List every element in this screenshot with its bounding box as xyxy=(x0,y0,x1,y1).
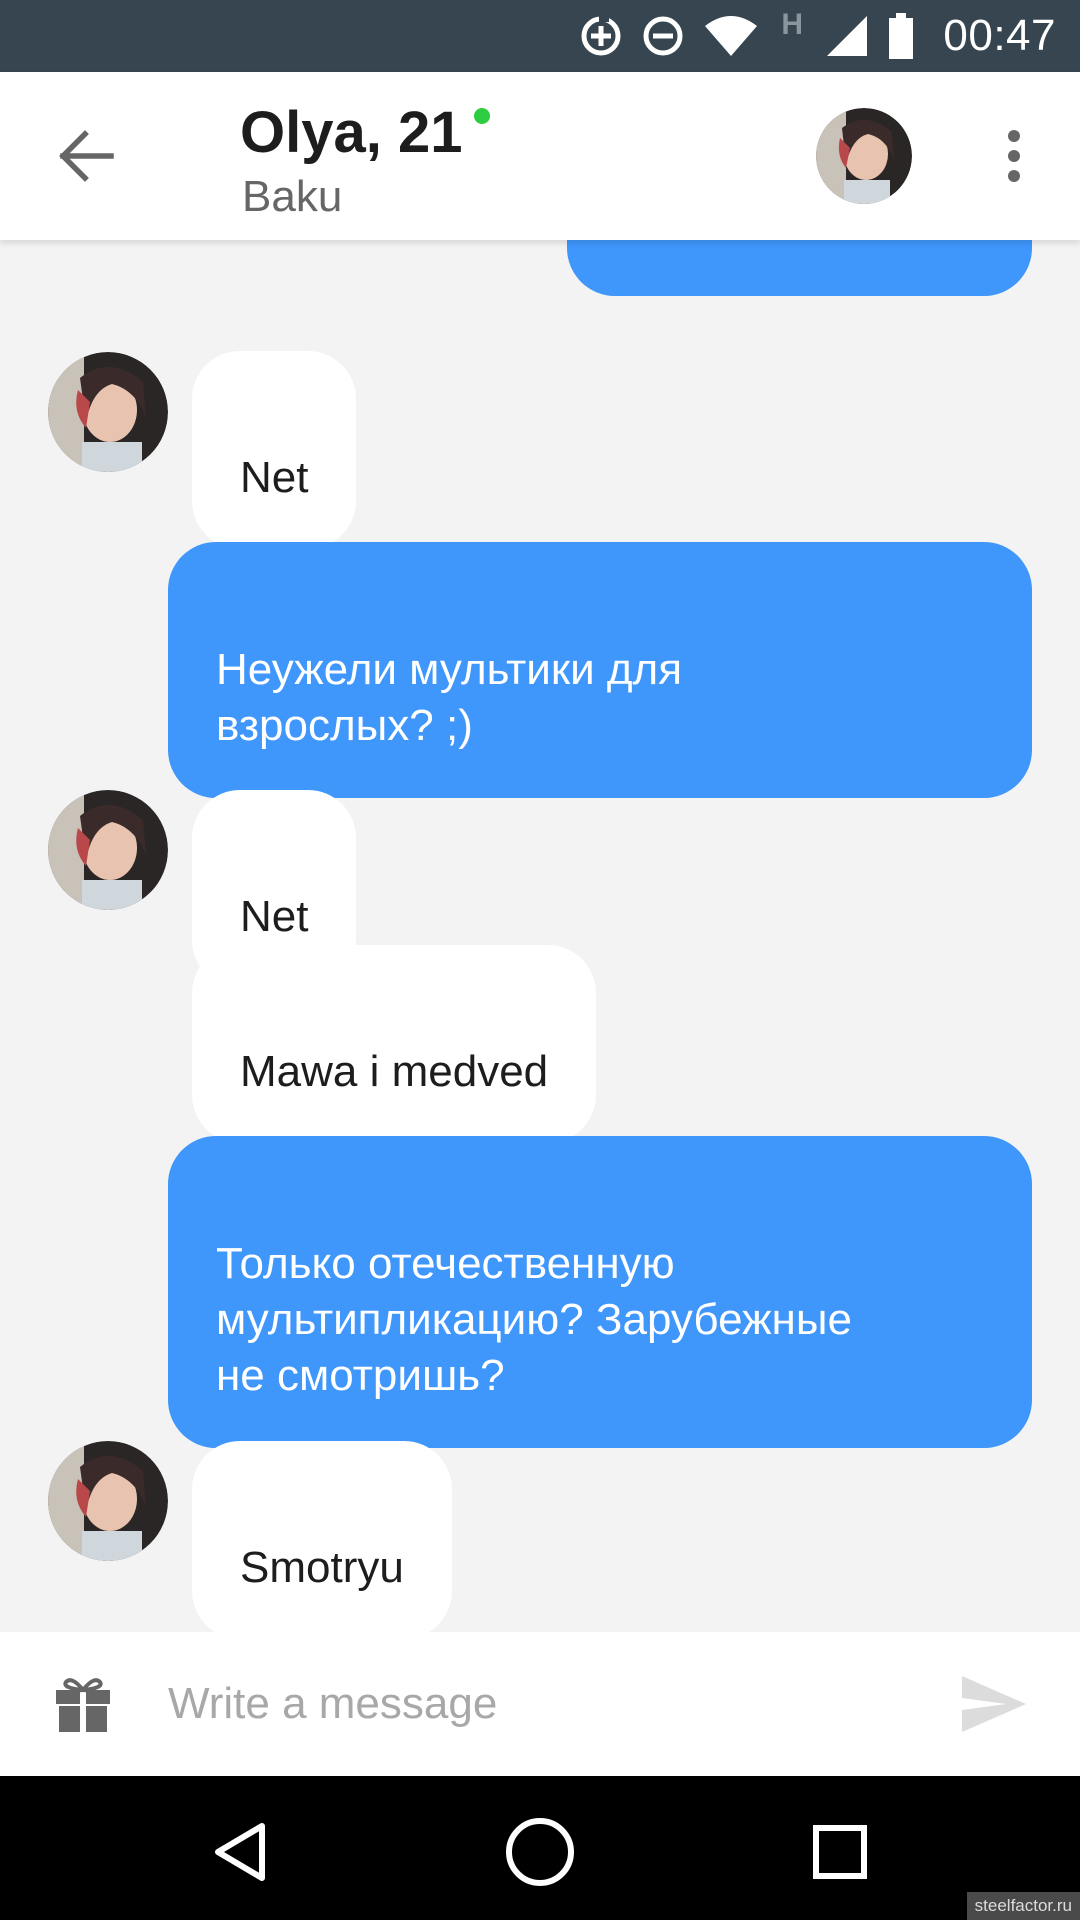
watermark: steelfactor.ru xyxy=(966,1892,1080,1920)
contact-avatar[interactable] xyxy=(48,790,168,910)
online-indicator xyxy=(474,108,491,124)
contact-avatar[interactable] xyxy=(48,1441,168,1561)
gift-icon[interactable] xyxy=(54,1676,112,1734)
incoming-message[interactable]: Smotryu xyxy=(192,1441,452,1632)
outgoing-message[interactable]: Только отечественную мультипликацию? Зар… xyxy=(168,1136,1032,1448)
incoming-message[interactable]: Mawa i medved xyxy=(192,945,597,1143)
message-text: Аниме любишь? xyxy=(567,240,1032,250)
battery-icon xyxy=(889,13,914,59)
more-options-button[interactable] xyxy=(990,124,1038,188)
nav-home-button[interactable] xyxy=(500,1812,580,1892)
arrow-back-icon xyxy=(59,130,114,182)
network-type-label: H xyxy=(781,8,804,41)
message-text: Net xyxy=(240,892,309,941)
nav-home-icon xyxy=(506,1818,574,1886)
message-text: Mawa i medved xyxy=(240,1047,549,1096)
nav-back-button[interactable] xyxy=(200,1812,280,1892)
incoming-message[interactable]: Net xyxy=(192,351,357,549)
message-input[interactable] xyxy=(168,1668,908,1740)
message-text: Smotryu xyxy=(240,1543,404,1592)
nav-back-icon xyxy=(215,1823,265,1881)
outgoing-message[interactable]: Аниме любишь? xyxy=(567,240,1032,296)
message-text: Только отечественную мультипликацию? Зар… xyxy=(216,1239,852,1400)
message-composer xyxy=(0,1632,1080,1776)
back-button[interactable] xyxy=(40,116,130,196)
chat-header: Olya, 21 Baku xyxy=(0,72,1080,240)
message-list[interactable]: Аниме любишь? Net Неужели мультики для в… xyxy=(0,240,1080,1632)
system-navigation-bar: steelfactor.ru xyxy=(0,1776,1080,1920)
more-options-icon xyxy=(1008,130,1020,142)
contact-avatar[interactable] xyxy=(48,352,168,472)
message-text: Net xyxy=(240,453,309,502)
status-icons: H 00:47 xyxy=(579,0,1080,72)
send-icon[interactable] xyxy=(960,1674,1028,1734)
data-saver-icon xyxy=(581,16,621,56)
nav-recents-button[interactable] xyxy=(800,1812,880,1892)
status-bar: H 00:47 xyxy=(0,0,1080,72)
contact-name-row[interactable]: Olya, 21 xyxy=(240,94,491,165)
contact-location: Baku xyxy=(242,172,343,221)
do-not-disturb-icon xyxy=(643,16,683,56)
nav-recents-icon xyxy=(813,1825,867,1879)
wifi-icon xyxy=(705,16,758,56)
outgoing-message[interactable]: Неужели мультики для взрослых? ;) xyxy=(168,542,1032,798)
h-network-icon: H xyxy=(777,8,807,58)
contact-name: Olya, 21 xyxy=(240,100,463,165)
contact-avatar[interactable] xyxy=(816,108,912,204)
clock: 00:47 xyxy=(943,11,1056,60)
message-text: Неужели мультики для взрослых? ;) xyxy=(216,645,683,750)
signal-icon xyxy=(827,16,868,56)
